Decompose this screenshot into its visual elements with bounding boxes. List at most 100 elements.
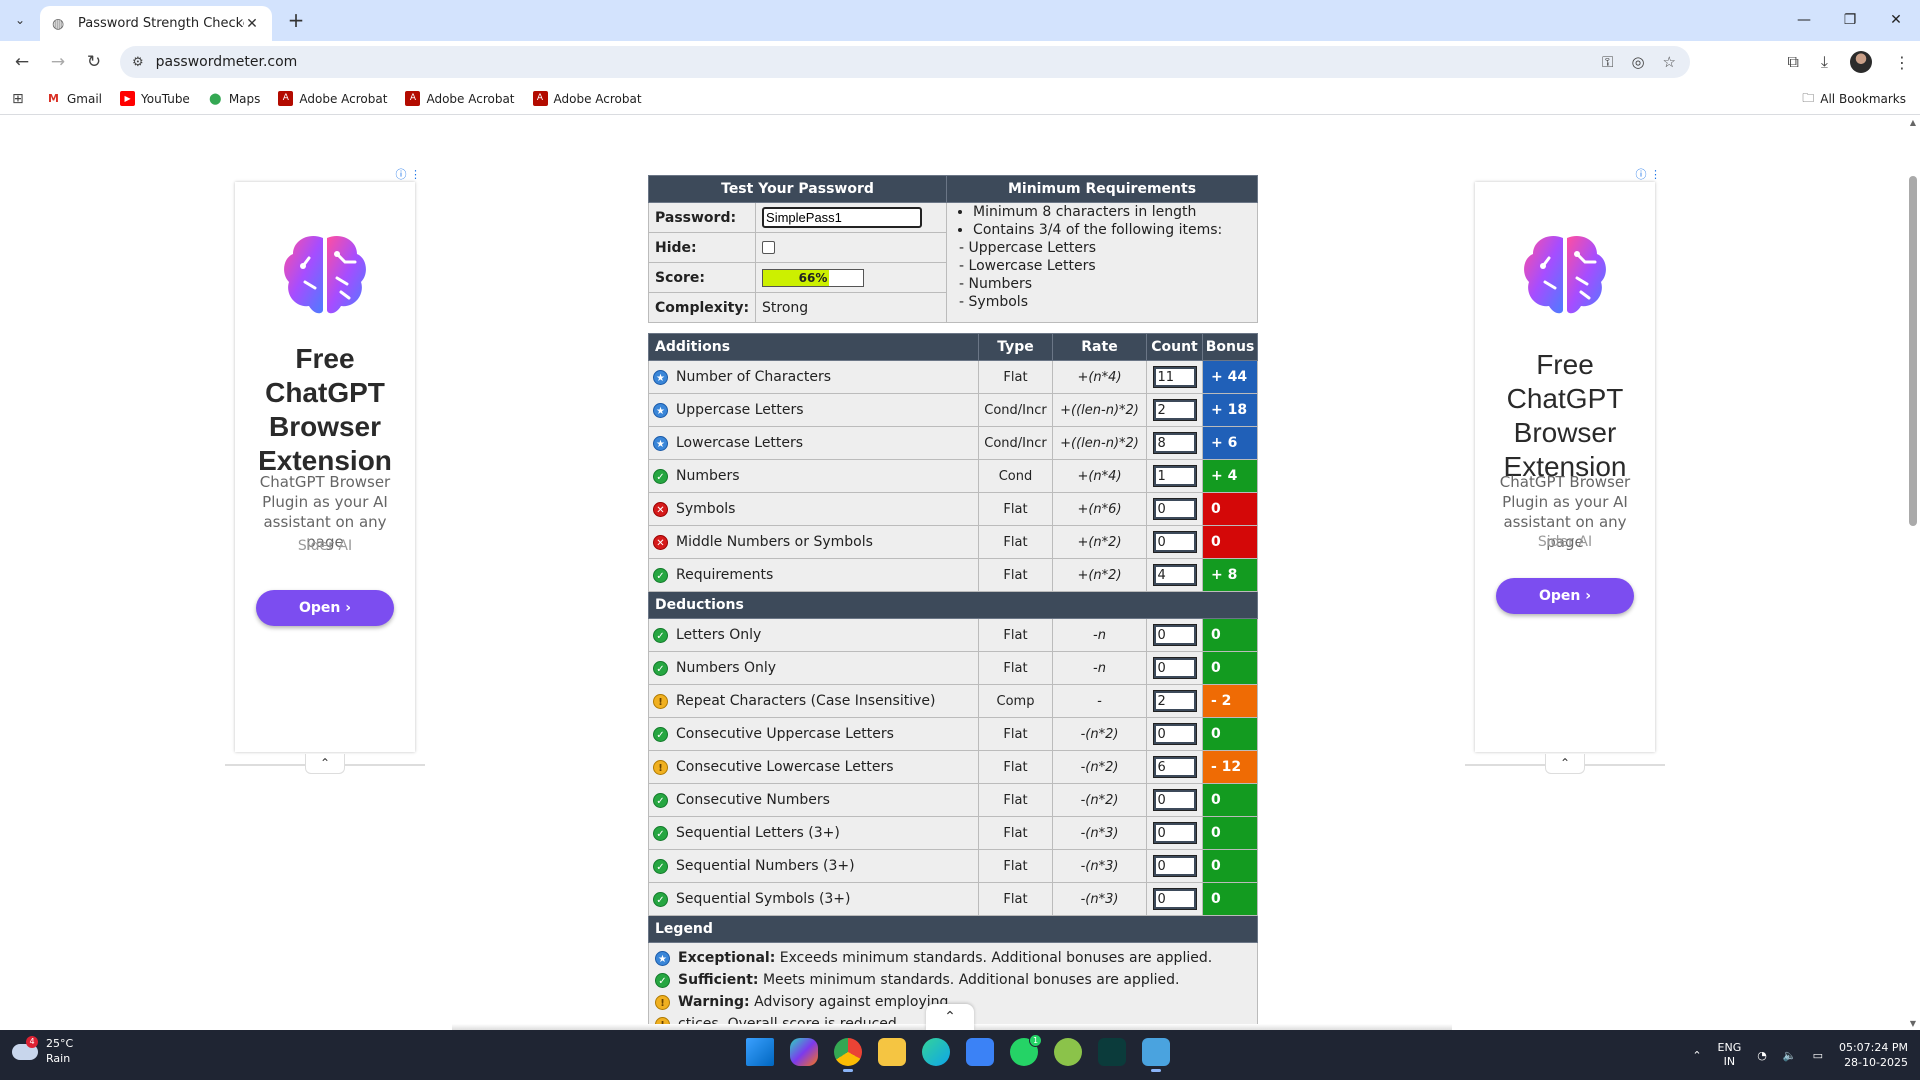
password-input[interactable] [762, 207, 923, 228]
wifi-icon[interactable]: ◔ [1757, 1049, 1767, 1062]
tray-chevron-icon[interactable]: ⌃ [1692, 1049, 1701, 1062]
all-bookmarks-button[interactable]: 🗀 All Bookmarks [1802, 83, 1906, 115]
count-box: 6 [1152, 756, 1197, 778]
rain-cloud-icon: 4 [12, 1036, 38, 1064]
whatsapp-icon[interactable]: 1 [1010, 1034, 1042, 1066]
criterion-type: Flat [978, 750, 1053, 784]
app-icon[interactable] [1054, 1038, 1082, 1066]
address-bar[interactable]: ⚙ passwordmeter.com ⚿ ◎ ☆ [120, 46, 1690, 78]
apps-grid-icon[interactable]: ⊞ [12, 91, 32, 107]
active-tab[interactable]: ◍ Password Strength Checker ✕ [40, 6, 272, 41]
criterion-count: 0 [1146, 651, 1203, 685]
count-box: 0 [1152, 888, 1197, 910]
scroll-up-arrow-icon[interactable]: ▲ [1909, 118, 1917, 127]
restore-icon[interactable]: ❐ [1830, 8, 1870, 32]
criterion-name: ! Consecutive Lowercase Letters [648, 750, 979, 784]
requirements-list: Minimum 8 characters in length Contains … [946, 202, 1258, 323]
notepad-icon[interactable] [1142, 1038, 1170, 1072]
scroll-up-chevron-icon[interactable]: ⌃ [926, 1004, 974, 1030]
profile-avatar[interactable] [1850, 51, 1872, 73]
app-icon[interactable] [1098, 1038, 1126, 1066]
table-row: ✓ Consecutive Numbers Flat -(n*2) 0 0 [648, 783, 1258, 817]
bookmark-acrobat-2[interactable]: A Adobe Acrobat [405, 91, 515, 106]
site-info-icon[interactable]: ⚙ [132, 55, 144, 70]
warning-status-icon: ! [655, 994, 670, 1010]
bookmark-maps[interactable]: ⬤ Maps [208, 91, 260, 106]
criterion-bonus: 0 [1202, 816, 1258, 850]
test-header: Test Your Password [647, 175, 948, 203]
page-content: ⓘ ⋮ Free ChatGPT Browser Extension ChatG… [0, 116, 1906, 1030]
criterion-count: 0 [1146, 816, 1203, 850]
tab-search-button[interactable]: ⌄ [10, 10, 30, 30]
ad-sponsor: Sider AI [297, 538, 353, 554]
failure-status-icon: ✕ [653, 534, 668, 550]
battery-icon[interactable]: ▭ [1813, 1049, 1823, 1062]
clock[interactable]: 05:07:24 PM 28-10-2025 [1839, 1040, 1908, 1070]
complexity-value: Strong [755, 292, 948, 323]
bonus-header: Bonus [1202, 333, 1258, 361]
criterion-label: Letters Only [676, 627, 762, 643]
back-icon[interactable]: ← [8, 48, 36, 76]
weather-widget[interactable]: 4 25°C Rain [12, 1036, 73, 1066]
ad-choices-icon[interactable]: ⓘ ⋮ [396, 166, 422, 182]
copilot-icon[interactable] [790, 1038, 818, 1066]
criterion-bonus: - 2 [1202, 684, 1258, 718]
count-box: 0 [1152, 789, 1197, 811]
language-indicator[interactable]: ENG IN [1718, 1041, 1742, 1069]
additions-header: Additions [648, 333, 979, 361]
ad-collapse-chevron-icon[interactable]: ⌃ [1545, 754, 1585, 774]
scroll-down-arrow-icon[interactable]: ▼ [1909, 1019, 1917, 1028]
brain-logo-icon [1524, 235, 1606, 314]
hide-checkbox[interactable] [762, 241, 776, 254]
criterion-rate: +((len-n)*2) [1052, 426, 1147, 460]
criterion-name: ✓ Numbers Only [648, 651, 979, 685]
password-key-icon[interactable]: ⚿ [1602, 53, 1613, 71]
bookmark-gmail[interactable]: M Gmail [46, 91, 102, 106]
criterion-count: 0 [1146, 882, 1203, 916]
bookmark-acrobat-3[interactable]: A Adobe Acrobat [532, 91, 642, 106]
count-box: 0 [1152, 531, 1197, 553]
new-tab-button[interactable]: + [284, 8, 308, 32]
bookmarks-bar: ⊞ M Gmail ▶ YouTube ⬤ Maps A Adobe Acrobat A… [0, 83, 1920, 115]
criterion-count: 0 [1146, 525, 1203, 559]
window-close-icon[interactable]: ✕ [1876, 8, 1916, 32]
close-tab-icon[interactable]: ✕ [244, 16, 260, 32]
ad-card[interactable]: Free ChatGPT Browser Extension ChatGPT B… [235, 182, 415, 752]
star-icon[interactable]: ☆ [1663, 53, 1676, 71]
ad-collapse-chevron-icon[interactable]: ⌃ [305, 754, 345, 774]
ad-choices-icon[interactable]: ⓘ ⋮ [1636, 166, 1662, 182]
temperature: 25°C [46, 1037, 74, 1050]
criterion-bonus: + 8 [1202, 558, 1258, 592]
minimize-icon[interactable]: — [1784, 8, 1824, 32]
ad-open-button[interactable]: Open › [1496, 578, 1634, 614]
file-explorer-icon[interactable] [878, 1038, 906, 1066]
ad-card[interactable]: Free ChatGPT Browser Extension ChatGPT B… [1475, 182, 1655, 752]
url-text[interactable]: passwordmeter.com [156, 54, 298, 70]
criterion-rate: +(n*2) [1052, 558, 1147, 592]
forward-icon[interactable]: → [44, 48, 72, 76]
criterion-count: 0 [1146, 783, 1203, 817]
bookmark-acrobat-1[interactable]: A Adobe Acrobat [278, 91, 387, 106]
criterion-label: Symbols [676, 501, 736, 517]
menu-icon[interactable]: ⋮ [1894, 53, 1910, 72]
bookmark-youtube[interactable]: ▶ YouTube [120, 91, 190, 106]
edge-icon[interactable] [922, 1038, 950, 1066]
failure-status-icon: ✕ [653, 501, 668, 517]
sufficient-status-icon: ✓ [653, 660, 668, 676]
reload-icon[interactable]: ↻ [80, 48, 108, 76]
store-icon[interactable] [966, 1038, 994, 1066]
vertical-scrollbar[interactable]: ▲ ▼ [1906, 116, 1920, 1030]
extensions-icon[interactable]: ⧉ [1787, 52, 1798, 72]
scrollbar-thumb[interactable] [1909, 176, 1917, 526]
chrome-icon[interactable] [834, 1038, 862, 1072]
criterion-label: Consecutive Uppercase Letters [676, 726, 894, 742]
download-icon[interactable]: ⤓ [1821, 52, 1828, 72]
volume-icon[interactable]: 🔈 [1783, 1049, 1797, 1062]
start-windows-icon[interactable] [746, 1038, 774, 1066]
ad-title: Free ChatGPT Browser Extension [258, 343, 392, 476]
globe-icon: ◍ [52, 15, 65, 32]
criterion-count: 0 [1146, 618, 1203, 652]
ad-open-button[interactable]: Open › [256, 590, 394, 626]
count-box: 0 [1152, 855, 1197, 877]
eye-off-icon[interactable]: ◎ [1631, 53, 1644, 71]
